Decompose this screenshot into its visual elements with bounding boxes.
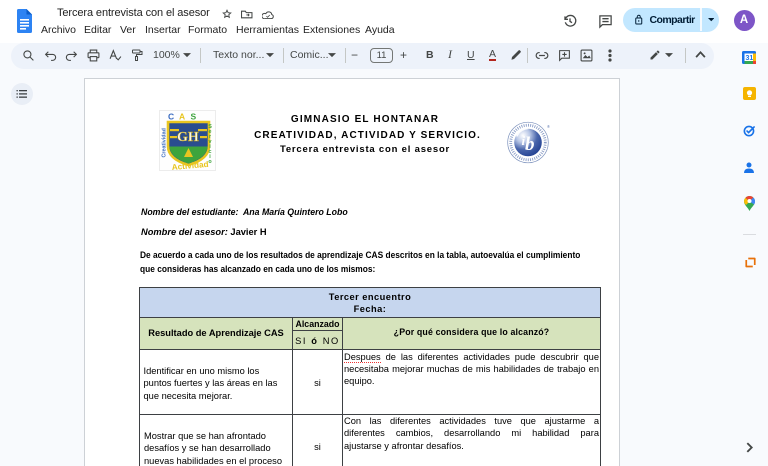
svg-text:C: C xyxy=(168,112,174,122)
svg-text:Servicio: Servicio xyxy=(207,124,213,164)
svg-text:A: A xyxy=(179,112,185,122)
svg-text:®: ® xyxy=(547,124,550,129)
svg-text:GH: GH xyxy=(177,130,199,145)
svg-text:b: b xyxy=(525,134,535,155)
svg-text:S: S xyxy=(191,112,197,122)
svg-text:31: 31 xyxy=(746,55,754,62)
svg-text:Creatividad: Creatividad xyxy=(162,128,168,157)
